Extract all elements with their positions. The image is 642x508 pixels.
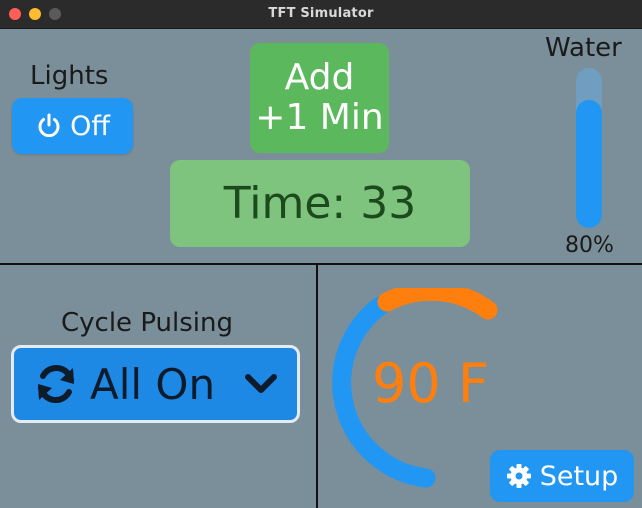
- lights-toggle-label: Off: [70, 110, 110, 142]
- power-icon: [38, 113, 60, 138]
- setup-button[interactable]: Setup: [490, 450, 634, 502]
- cycle-pulsing-label: Cycle Pulsing: [61, 308, 233, 338]
- add-minute-line2: +1 Min: [255, 97, 384, 138]
- time-display: Time: 33: [170, 160, 470, 247]
- temperature-value: 90 F: [372, 352, 489, 415]
- time-text: Time: 33: [223, 178, 417, 229]
- water-level-fill: [576, 100, 602, 228]
- tft-screen: Lights Off Add +1 Min Time: 33 Water 80%…: [0, 29, 642, 508]
- window-title: TFT Simulator: [268, 6, 374, 21]
- temperature-gauge-arc: [377, 288, 498, 320]
- horizontal-divider: [0, 263, 642, 265]
- add-minute-button[interactable]: Add +1 Min: [250, 43, 389, 153]
- cycle-pulsing-dropdown[interactable]: All On: [11, 345, 300, 423]
- add-minute-line1: Add: [284, 57, 355, 98]
- lights-toggle-button[interactable]: Off: [12, 98, 133, 154]
- setup-label: Setup: [539, 460, 619, 492]
- window-titlebar: TFT Simulator: [0, 0, 642, 29]
- cycle-selected-value: All On: [90, 359, 216, 409]
- refresh-icon: [38, 364, 74, 404]
- gear-icon: [506, 464, 531, 488]
- lights-label: Lights: [30, 61, 109, 91]
- water-level-bar: [576, 68, 602, 228]
- chevron-down-icon: [245, 374, 277, 393]
- water-percent: 80%: [565, 233, 614, 258]
- vertical-divider: [316, 265, 318, 508]
- water-label: Water: [545, 33, 622, 63]
